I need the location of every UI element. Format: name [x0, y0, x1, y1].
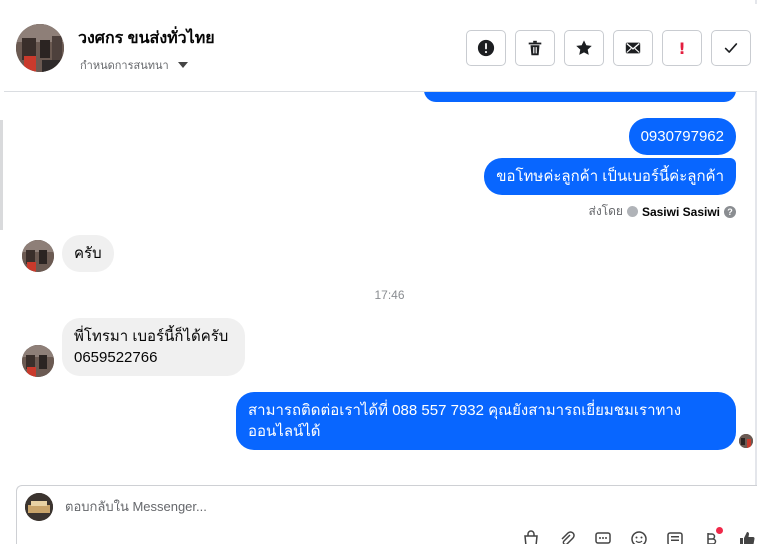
- page-avatar: [25, 493, 53, 521]
- thumbs-up-icon: [740, 532, 755, 544]
- timestamp: 17:46: [374, 288, 405, 302]
- read-receipt-avatar: [739, 434, 753, 448]
- receipt-icon: [667, 532, 683, 544]
- chat-bubble-icon: [595, 532, 611, 544]
- reply-composer: [16, 485, 757, 544]
- sent-by-line: ส่งโดย Sasiwi Sasiwi ?: [588, 202, 736, 221]
- smile-icon: [631, 531, 647, 544]
- contact-avatar-small[interactable]: [22, 345, 54, 377]
- follow-up-button[interactable]: !: [662, 30, 702, 66]
- incoming-message[interactable]: พี่โทรมา เบอร์นี้ก็ได้ครับ 0659522766: [62, 318, 245, 376]
- sender-dot-icon: [626, 206, 638, 217]
- contact-name[interactable]: วงศกร ขนส่งทั่วไทย: [78, 26, 215, 51]
- star-button[interactable]: [564, 30, 604, 66]
- attach-button[interactable]: [558, 530, 576, 544]
- like-button[interactable]: [738, 530, 756, 544]
- payment-button[interactable]: [702, 527, 723, 544]
- sender-name: Sasiwi Sasiwi: [641, 204, 720, 219]
- caret-down-icon: [177, 62, 188, 68]
- incoming-message[interactable]: ครับ: [62, 235, 114, 272]
- shopping-bag-icon: [524, 530, 538, 544]
- alert-circle-icon: [477, 39, 495, 57]
- mark-unread-button[interactable]: [613, 30, 653, 66]
- sent-by-label: ส่งโดย: [588, 204, 623, 218]
- conversation-status-dropdown[interactable]: กำหนดการสนทนา: [80, 56, 188, 74]
- conversation-panel: วงศกร ขนส่งทั่วไทย กำหนดการสนทนา ! 09307…: [0, 0, 757, 544]
- outgoing-message[interactable]: 0930797962: [628, 118, 736, 155]
- help-icon[interactable]: ?: [724, 205, 736, 218]
- composer-tools: [522, 527, 756, 544]
- delete-button[interactable]: [515, 30, 555, 66]
- conversation-header: วงศกร ขนส่งทั่วไทย กำหนดการสนทนา !: [4, 4, 757, 92]
- flag-icon: !: [678, 38, 686, 58]
- contact-avatar-small[interactable]: [22, 240, 54, 272]
- header-actions: !: [466, 30, 751, 66]
- emoji-button[interactable]: [630, 530, 648, 544]
- outgoing-message[interactable]: ขอโทษค่ะลูกค้า เป็นเบอร์นี้ค่ะลูกค้า: [484, 158, 736, 195]
- saved-replies-button[interactable]: [594, 530, 612, 544]
- scroll-edge: [0, 120, 3, 230]
- report-spam-button[interactable]: [466, 30, 506, 66]
- conversation-status-label: กำหนดการสนทนา: [80, 60, 169, 72]
- order-button[interactable]: [666, 530, 684, 544]
- shopping-bag-button[interactable]: [522, 530, 540, 544]
- check-icon: [724, 43, 738, 53]
- envelope-icon: [625, 42, 641, 54]
- contact-avatar[interactable]: [16, 24, 64, 72]
- mark-done-button[interactable]: [711, 30, 751, 66]
- message-bubble-previous[interactable]: [424, 92, 736, 102]
- trash-icon: [528, 40, 542, 56]
- outgoing-message[interactable]: สามารถติดต่อเราได้ที่ 088 557 7932 คุณยั…: [236, 392, 736, 450]
- star-icon: [576, 40, 592, 55]
- notification-dot: [716, 527, 723, 534]
- message-list[interactable]: 0930797962 ขอโทษค่ะลูกค้า เป็นเบอร์นี้ค่…: [4, 92, 755, 482]
- reply-input[interactable]: [65, 499, 665, 514]
- paperclip-icon: [561, 531, 575, 544]
